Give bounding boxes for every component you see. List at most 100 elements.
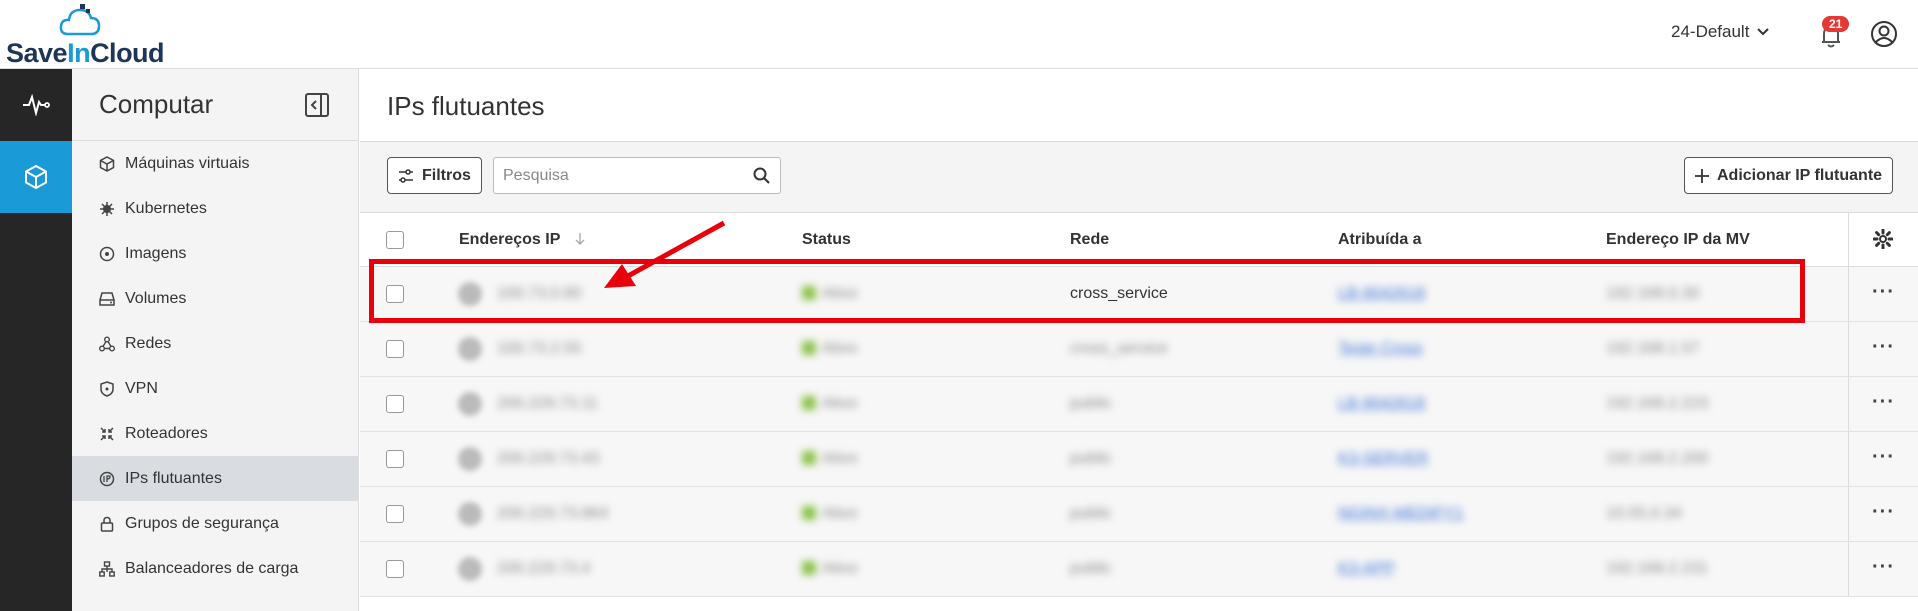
ip-address: 200.229.73.4	[497, 560, 591, 577]
column-separator	[1848, 432, 1849, 486]
network-icon	[99, 336, 115, 351]
filters-label: Filtros	[422, 166, 471, 184]
rail-compute-button[interactable]	[0, 141, 72, 213]
left-rail	[0, 69, 72, 611]
project-selector[interactable]: 24-Default	[1671, 22, 1770, 42]
ip-type-icon	[458, 282, 482, 306]
add-floating-ip-button[interactable]: Adicionar IP flutuante	[1684, 157, 1894, 194]
row-checkbox[interactable]	[386, 450, 404, 468]
assigned-to-link[interactable]: LB-9042618	[1338, 285, 1425, 303]
page-title: IPs flutuantes	[387, 91, 545, 121]
row-checkbox[interactable]	[386, 505, 404, 523]
network-name: public	[1070, 450, 1112, 467]
row-actions-button[interactable]: ···	[1872, 281, 1895, 304]
status-badge: Ativo	[802, 395, 858, 413]
ip-address: 200.229.73.864	[497, 505, 609, 522]
logo-text: SaveInCloud	[6, 38, 165, 68]
search-input[interactable]	[494, 158, 734, 193]
row-actions-button[interactable]: ···	[1872, 336, 1895, 359]
status-badge: Ativo	[802, 560, 858, 578]
table-header: Endereços IP Status Rede Atribuída a End…	[360, 213, 1918, 267]
table-row[interactable]: 200.229.73.864 Ativo public NGINX-MEDIFY1 10…	[360, 487, 1918, 542]
lock-icon	[100, 516, 114, 532]
ip-type-icon	[458, 502, 482, 526]
vm-ip-address: 192.168.2.223	[1606, 395, 1709, 412]
table-row[interactable]: 100.73.2.55 Ativo cross_service Teste Cross…	[360, 322, 1918, 377]
sidebar-item-balanceadores-de-carga[interactable]: Balanceadores de carga	[72, 546, 358, 591]
ip-address: 100.73.0.80	[497, 285, 582, 302]
sidebar-item-redes[interactable]: Redes	[72, 321, 358, 366]
notification-badge: 21	[1822, 16, 1850, 32]
row-actions-button[interactable]: ···	[1872, 501, 1895, 524]
assigned-to-link[interactable]: LB-9042618	[1338, 395, 1425, 413]
row-actions-button[interactable]: ···	[1872, 446, 1895, 469]
assigned-to-link[interactable]: K3-SERVER	[1338, 450, 1428, 468]
column-header-ip[interactable]: Endereços IP	[459, 231, 585, 249]
sidebar-item-kubernetes[interactable]: Kubernetes	[72, 186, 358, 231]
network-name: cross_service	[1070, 285, 1168, 302]
floating-ips-table: Endereços IP Status Rede Atribuída a End…	[360, 213, 1918, 597]
row-checkbox[interactable]	[386, 560, 404, 578]
column-header-status[interactable]: Status	[802, 231, 851, 249]
row-actions-button[interactable]: ···	[1872, 391, 1895, 414]
assigned-to-link[interactable]: K3-APP	[1338, 560, 1395, 578]
search-icon[interactable]	[753, 167, 770, 184]
table-row[interactable]: 100.73.0.80 Ativo cross_service LB-9042618 1…	[360, 267, 1918, 322]
column-header-assigned[interactable]: Atribuída a	[1338, 231, 1422, 249]
status-badge: Ativo	[802, 505, 858, 523]
row-checkbox[interactable]	[386, 340, 404, 358]
status-badge: Ativo	[802, 340, 858, 358]
sidebar-item-volumes[interactable]: Volumes	[72, 276, 358, 321]
floating-ip-icon	[99, 471, 115, 486]
user-icon[interactable]	[1870, 20, 1898, 48]
row-actions-button[interactable]: ···	[1872, 556, 1895, 579]
assigned-to-link[interactable]: NGINX-MEDIFY1	[1338, 505, 1463, 523]
column-separator	[1848, 487, 1849, 541]
sidebar-item-grupos-de-seguranca[interactable]: Grupos de segurança	[72, 501, 358, 546]
add-floating-ip-label: Adicionar IP flutuante	[1717, 166, 1883, 184]
pulse-icon	[23, 94, 50, 116]
column-header-vm-ip[interactable]: Endereço IP da MV	[1606, 231, 1750, 249]
sidebar-item-label: Redes	[125, 334, 172, 352]
gear-icon[interactable]	[1873, 229, 1893, 249]
ip-address: 100.73.2.55	[497, 340, 582, 357]
chevron-down-icon	[1757, 28, 1770, 36]
project-name: 24-Default	[1671, 22, 1750, 41]
vm-ip-address: 192.168.1.57	[1606, 340, 1700, 357]
status-icon	[802, 506, 816, 520]
ip-address: 200.229.73.43	[497, 450, 600, 467]
collapse-sidebar-icon[interactable]	[304, 92, 330, 118]
saveincloud-logo[interactable]: SaveInCloud	[6, 4, 166, 68]
sidebar-item-label: Balanceadores de carga	[125, 559, 299, 577]
sidebar-item-maquinas-virtuais[interactable]: Máquinas virtuais	[72, 141, 358, 186]
vm-ip-address: 192.168.2.200	[1606, 450, 1709, 467]
sidebar-item-label: Grupos de segurança	[125, 514, 279, 532]
load-balancer-icon	[99, 560, 115, 577]
sidebar-item-label: Kubernetes	[125, 199, 207, 217]
status-icon	[802, 396, 816, 410]
status-icon	[802, 286, 816, 300]
rail-monitoring-button[interactable]	[0, 69, 72, 141]
select-all-checkbox[interactable]	[386, 231, 404, 249]
sidebar-item-label: Volumes	[125, 289, 187, 307]
shield-icon	[100, 380, 114, 397]
column-header-network[interactable]: Rede	[1070, 231, 1109, 249]
filters-button[interactable]: Filtros	[387, 157, 482, 194]
table-row[interactable]: 200.229.73.4 Ativo public K3-APP 192.168.2.2…	[360, 542, 1918, 597]
sidebar-item-label: Imagens	[125, 244, 187, 262]
assigned-to-link[interactable]: Teste Cross	[1338, 340, 1422, 358]
disc-icon	[99, 246, 115, 261]
sidebar-item-label: VPN	[125, 379, 158, 397]
sidebar-item-imagens[interactable]: Imagens	[72, 231, 358, 276]
network-name: public	[1070, 560, 1112, 577]
table-row[interactable]: 200.229.73.43 Ativo public K3-SERVER 192.168…	[360, 432, 1918, 487]
side-nav-header: Computar	[72, 69, 358, 141]
status-icon	[802, 341, 816, 355]
sidebar-item-vpn[interactable]: VPN	[72, 366, 358, 411]
sidebar-item-ips-flutuantes[interactable]: IPs flutuantes	[72, 456, 358, 501]
table-row[interactable]: 200.229.73.11 Ativo public LB-9042618 192.16…	[360, 377, 1918, 432]
row-checkbox[interactable]	[386, 285, 404, 303]
helm-icon	[100, 201, 114, 216]
sidebar-item-roteadores[interactable]: Roteadores	[72, 411, 358, 456]
row-checkbox[interactable]	[386, 395, 404, 413]
